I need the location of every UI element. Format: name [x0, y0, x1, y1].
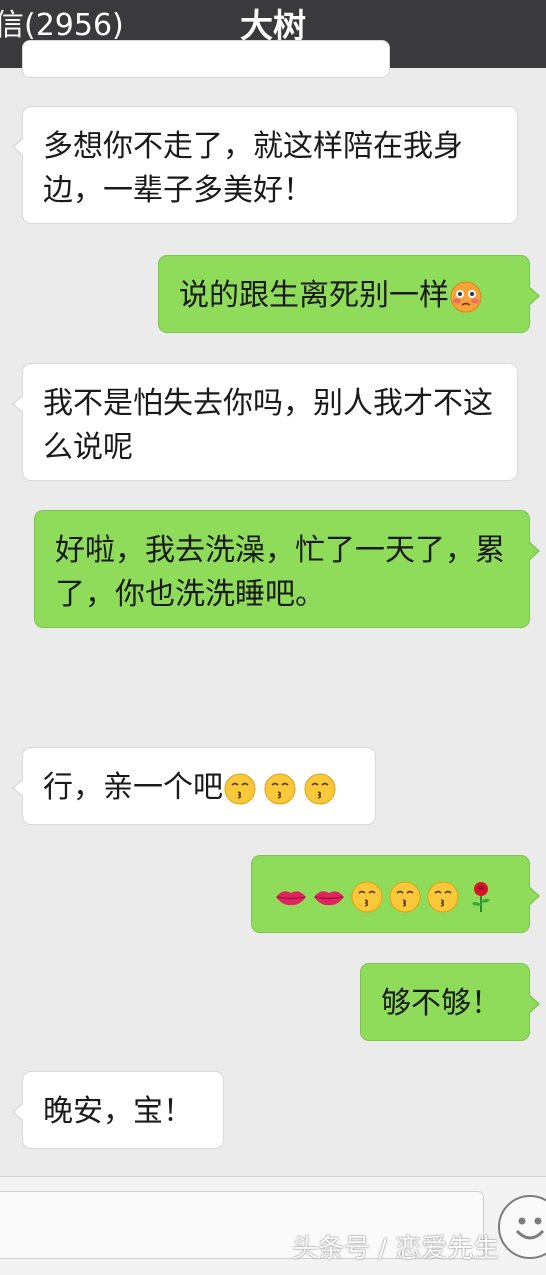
message-incoming[interactable]: 晚安，宝！ [12, 1071, 224, 1149]
message-outgoing[interactable]: 好啦，我去洗澡，忙了一天了，累了，你也洗洗睡吧。 [34, 510, 540, 628]
message-outgoing[interactable]: 说的跟生离死别一样 [158, 255, 540, 333]
lips-icon [274, 880, 308, 914]
watermark: 头条号 / 恋爱先生 [292, 1234, 500, 1264]
smiley-face-icon[interactable] [498, 1195, 546, 1259]
message-text: 好啦，我去洗澡，忙了一天了，累了，你也洗洗睡吧。 [55, 533, 505, 612]
message-text: 说的跟生离死别一样 [179, 278, 449, 313]
kissing-face-icon [350, 880, 384, 914]
kissing-face-icon [263, 772, 297, 806]
kissing-face-icon [388, 880, 422, 914]
rose-icon [464, 880, 498, 914]
message-text: 我不是怕失去你吗，别人我才不这么说呢 [43, 386, 493, 465]
message-incoming[interactable]: 行，亲一个吧 [12, 747, 376, 825]
message-incoming[interactable]: 我不是怕失去你吗，别人我才不这么说呢 [12, 363, 518, 481]
kissing-face-icon [223, 772, 257, 806]
message-text: 多想你不走了，就这样陪在我身边，一辈子多美好！ [43, 129, 463, 208]
kissing-face-icon [426, 880, 460, 914]
message-text: 行，亲一个吧 [43, 770, 223, 805]
message-outgoing[interactable] [251, 855, 540, 933]
previous-message-bubble [22, 40, 390, 78]
kissing-face-icon [303, 772, 337, 806]
message-outgoing[interactable]: 够不够！ [360, 963, 540, 1041]
lips-icon [312, 880, 346, 914]
flushed-face-icon [449, 280, 483, 314]
message-text: 晚安，宝！ [43, 1094, 193, 1129]
message-text: 够不够！ [381, 986, 501, 1021]
message-incoming[interactable]: 多想你不走了，就这样陪在我身边，一辈子多美好！ [12, 106, 518, 224]
